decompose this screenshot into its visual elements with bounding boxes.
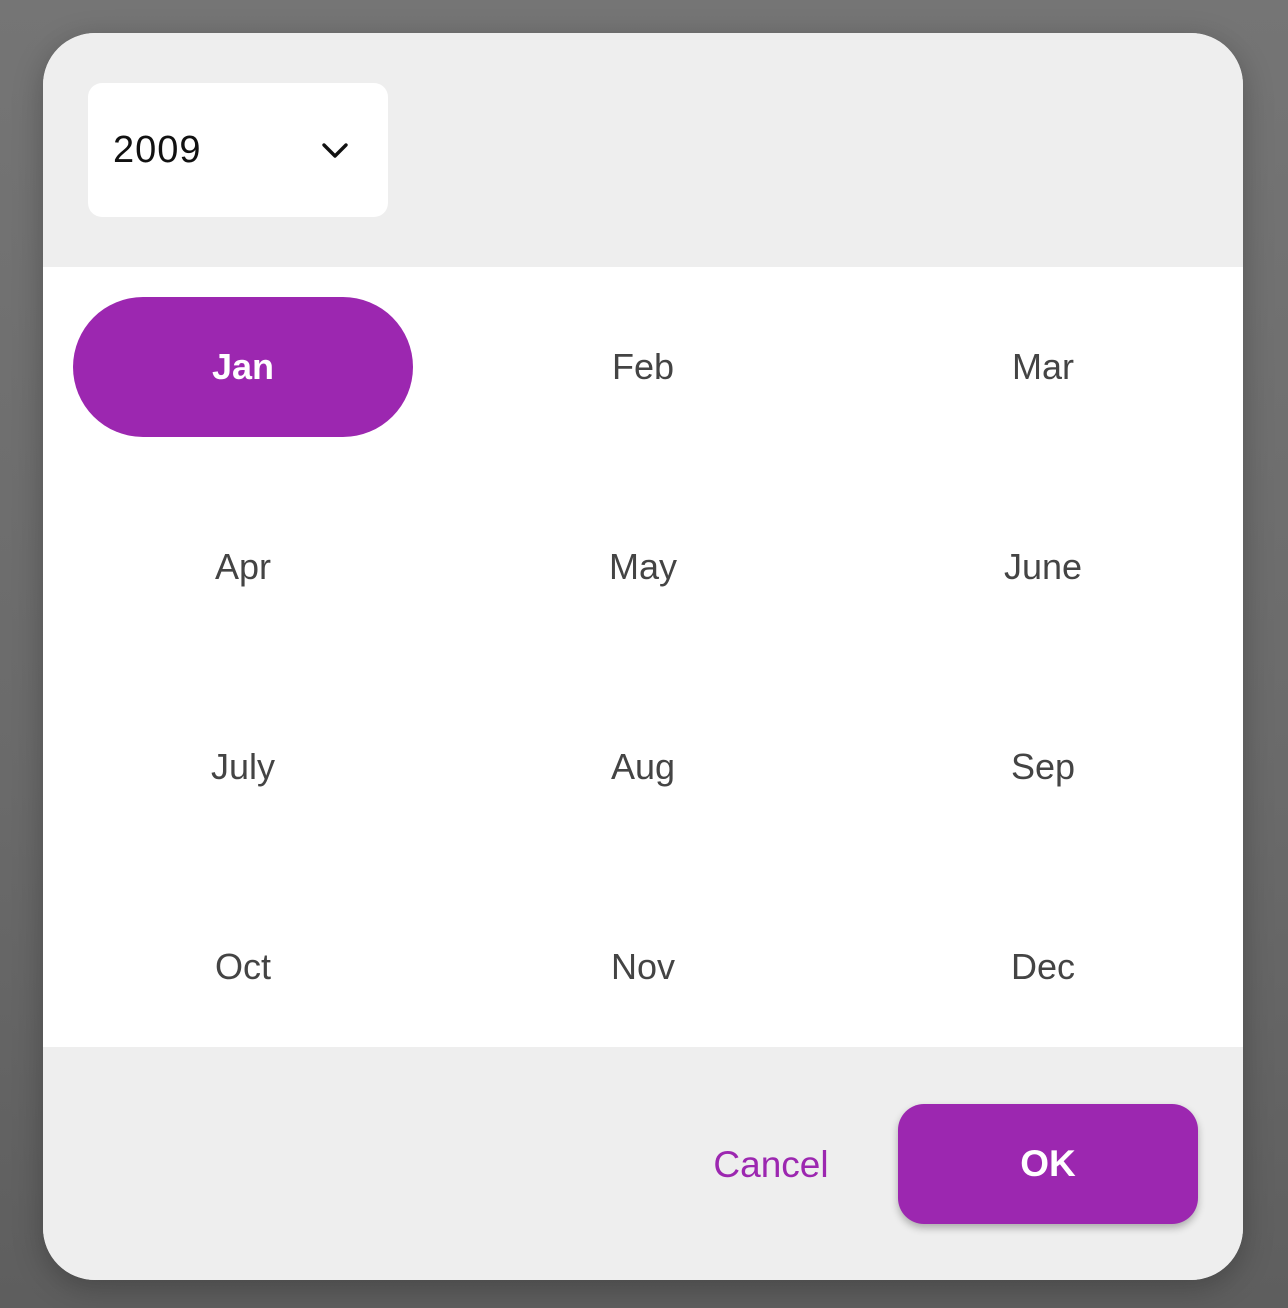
month-picker-dialog: 2009 Jan Feb Mar Apr May June July Aug S… bbox=[43, 33, 1243, 1280]
month-cell-jan[interactable]: Jan bbox=[73, 297, 413, 437]
month-cell-dec[interactable]: Dec bbox=[873, 897, 1213, 1037]
month-cell-june[interactable]: June bbox=[873, 497, 1213, 637]
month-cell-feb[interactable]: Feb bbox=[473, 297, 813, 437]
month-cell-nov[interactable]: Nov bbox=[473, 897, 813, 1037]
ok-button[interactable]: OK bbox=[898, 1104, 1198, 1224]
chevron-down-icon bbox=[320, 137, 350, 163]
month-cell-apr[interactable]: Apr bbox=[73, 497, 413, 637]
month-cell-aug[interactable]: Aug bbox=[473, 697, 813, 837]
dialog-header: 2009 bbox=[43, 33, 1243, 267]
year-dropdown[interactable]: 2009 bbox=[88, 83, 388, 217]
month-cell-mar[interactable]: Mar bbox=[873, 297, 1213, 437]
month-cell-sep[interactable]: Sep bbox=[873, 697, 1213, 837]
dialog-actions: Cancel OK bbox=[43, 1047, 1243, 1280]
cancel-button[interactable]: Cancel bbox=[693, 1105, 849, 1225]
month-cell-oct[interactable]: Oct bbox=[73, 897, 413, 1037]
month-cell-july[interactable]: July bbox=[73, 697, 413, 837]
month-cell-may[interactable]: May bbox=[473, 497, 813, 637]
month-grid: Jan Feb Mar Apr May June July Aug Sep Oc… bbox=[43, 267, 1243, 1047]
year-value: 2009 bbox=[113, 129, 202, 171]
